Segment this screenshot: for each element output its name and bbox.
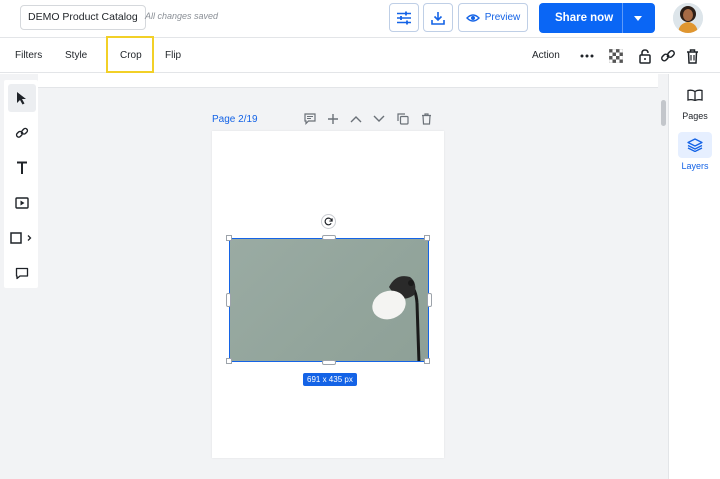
move-up-icon[interactable] [348, 111, 364, 127]
duplicate-icon[interactable] [395, 111, 411, 127]
rotate-icon[interactable] [321, 214, 336, 229]
link-icon[interactable] [659, 47, 677, 65]
download-button[interactable] [423, 3, 453, 32]
book-icon [687, 89, 703, 101]
settings-button[interactable] [389, 3, 419, 32]
action-menu[interactable]: Action [532, 50, 560, 61]
share-dropdown-icon[interactable] [634, 16, 642, 21]
lamp-photo [372, 276, 421, 361]
avatar-image [673, 3, 703, 33]
resize-handle-left[interactable] [226, 293, 231, 307]
resize-handle-top-left[interactable] [226, 235, 232, 241]
tab-flip[interactable]: Flip [165, 50, 181, 61]
comment-icon[interactable] [302, 111, 318, 127]
media-tool-icon[interactable] [8, 189, 36, 217]
text-tool-icon[interactable] [8, 154, 36, 182]
pages-label: Pages [682, 111, 708, 121]
share-label: Share now [555, 12, 614, 24]
resize-handle-bottom[interactable] [322, 360, 336, 365]
delete-page-icon[interactable] [418, 111, 434, 127]
resize-handle-top[interactable] [322, 235, 336, 240]
user-avatar[interactable] [673, 3, 703, 33]
sliders-icon [397, 11, 411, 24]
preview-button[interactable]: Preview [458, 3, 528, 32]
layers-panel-button[interactable]: Layers [675, 132, 715, 176]
download-icon [431, 11, 445, 25]
resize-handle-right[interactable] [427, 293, 432, 307]
layers-icon [687, 138, 703, 152]
lock-icon[interactable] [636, 47, 654, 65]
top-bar: DEMO Product Catalog All changes saved P… [0, 0, 720, 38]
share-button[interactable]: Share now [539, 3, 655, 33]
shape-tool-icon[interactable] [8, 224, 36, 252]
document-title[interactable]: DEMO Product Catalog [20, 5, 146, 30]
horizontal-ruler [38, 74, 658, 88]
left-tool-panel [4, 80, 38, 288]
resize-handle-bottom-left[interactable] [226, 358, 232, 364]
transparency-icon[interactable] [607, 47, 625, 65]
eye-icon [465, 13, 480, 22]
select-tool-icon[interactable] [8, 84, 36, 112]
add-page-icon[interactable] [325, 111, 341, 127]
trash-icon[interactable] [683, 47, 701, 65]
link-tool-icon[interactable] [8, 119, 36, 147]
save-status: All changes saved [145, 11, 219, 21]
pages-panel-button[interactable]: Pages [675, 82, 715, 126]
crop-tab-highlight [106, 36, 154, 73]
vertical-scrollbar[interactable] [661, 100, 666, 126]
comment-tool-icon[interactable] [8, 259, 36, 287]
tab-filters[interactable]: Filters [15, 50, 42, 61]
resize-handle-bottom-right[interactable] [424, 358, 430, 364]
tab-style[interactable]: Style [65, 50, 87, 61]
resize-handle-top-right[interactable] [424, 235, 430, 241]
page-indicator: Page 2/19 [212, 114, 258, 125]
layers-label: Layers [681, 161, 709, 171]
preview-label: Preview [484, 12, 521, 23]
move-down-icon[interactable] [371, 111, 387, 127]
selected-image[interactable] [229, 238, 429, 362]
right-panel: Pages Layers [668, 74, 720, 479]
more-icon[interactable] [578, 47, 596, 65]
size-indicator: 691 x 435 px [303, 373, 357, 386]
share-divider [622, 3, 623, 33]
